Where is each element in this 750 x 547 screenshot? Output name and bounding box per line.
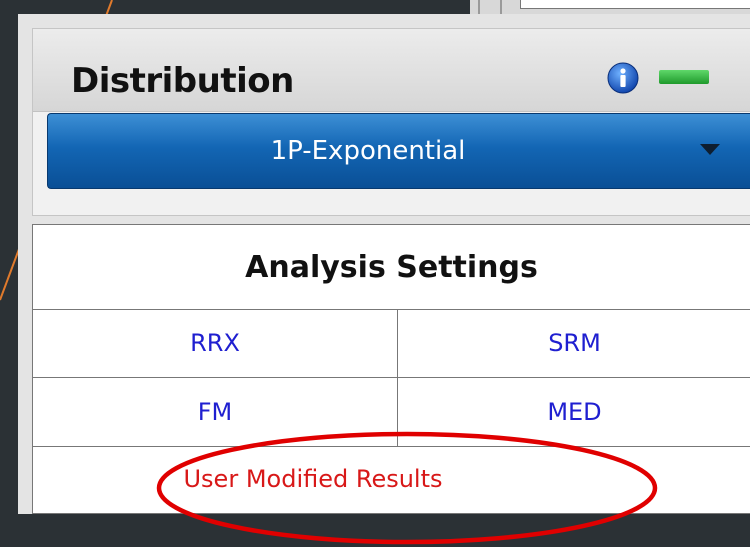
distribution-dropdown[interactable]: 1P-Exponential xyxy=(47,113,750,189)
analysis-settings-table: Analysis Settings RRX SRM FM MED User Mo… xyxy=(32,224,750,545)
distribution-section: Distribution 1P-Exponential xyxy=(32,28,750,216)
analysis-settings-title: Analysis Settings xyxy=(33,225,750,310)
toolbar-field xyxy=(520,0,750,9)
distribution-title: Distribution xyxy=(71,61,294,101)
distribution-dropdown-value: 1P-Exponential xyxy=(270,136,466,166)
settings-row: FM MED xyxy=(33,378,750,447)
chevron-down-icon xyxy=(700,144,720,155)
settings-panel: Distribution 1P-Exponential Analysis Set… xyxy=(18,14,750,545)
distribution-header: Distribution xyxy=(33,29,750,112)
settings-row: User Modified Results xyxy=(33,447,750,515)
fm-option[interactable]: FM xyxy=(33,378,398,446)
minimize-icon[interactable] xyxy=(659,70,709,84)
srm-option[interactable]: SRM xyxy=(398,309,750,377)
med-option[interactable]: MED xyxy=(398,378,750,446)
top-toolbar-strip xyxy=(470,0,750,14)
user-modified-results-link[interactable]: User Modified Results xyxy=(33,447,593,511)
toolbar-separator xyxy=(500,0,502,14)
info-icon[interactable] xyxy=(607,62,639,94)
rrx-option[interactable]: RRX xyxy=(33,309,398,377)
settings-row: RRX SRM xyxy=(33,309,750,378)
toolbar-separator xyxy=(478,0,480,14)
